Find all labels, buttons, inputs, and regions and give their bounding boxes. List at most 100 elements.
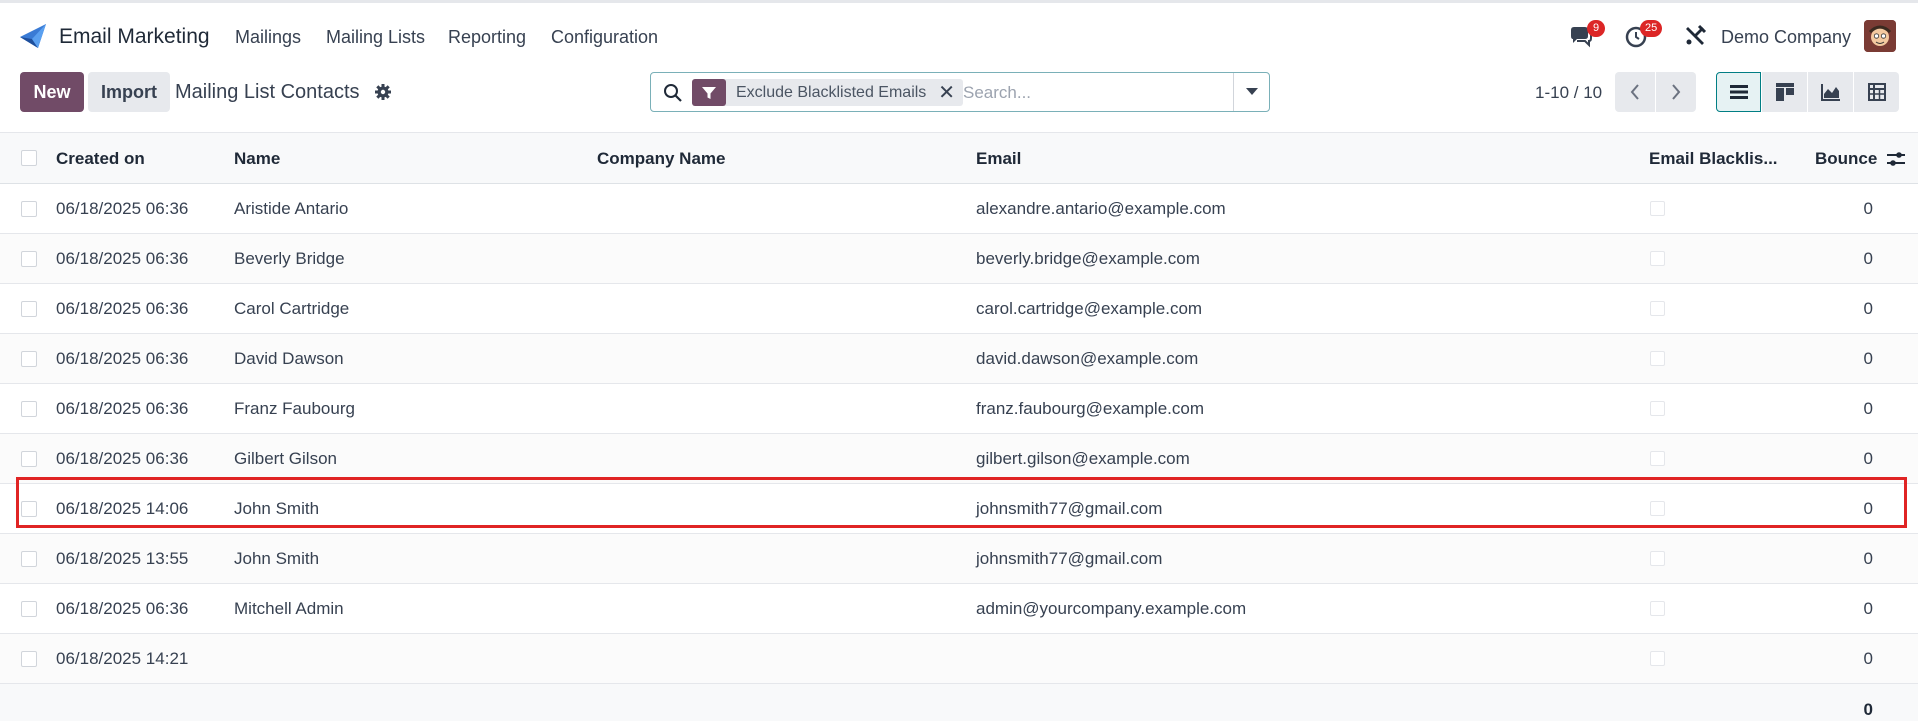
table-row[interactable]: 06/18/2025 06:36 Aristide Antario alexandr… — [0, 184, 1918, 234]
chevron-left-icon — [1630, 84, 1639, 100]
company-switcher[interactable]: Demo Company — [1721, 27, 1851, 48]
row-checkbox[interactable] — [21, 501, 37, 517]
column-email-blacklisted[interactable]: Email Blacklis... — [1649, 149, 1778, 169]
row-checkbox[interactable] — [21, 351, 37, 367]
caret-down-icon — [1245, 88, 1258, 95]
column-bounce[interactable]: Bounce — [1815, 149, 1877, 169]
cell-name: Carol Cartridge — [234, 299, 350, 318]
import-button[interactable]: Import — [88, 72, 170, 112]
column-created-on[interactable]: Created on — [56, 149, 145, 169]
app-name[interactable]: Email Marketing — [59, 25, 210, 49]
column-company-name[interactable]: Company Name — [597, 149, 725, 169]
pager-next-button[interactable] — [1656, 72, 1696, 112]
table-header: Created on Name Company Name Email Email… — [0, 132, 1918, 184]
facet-remove-icon[interactable]: ✕ — [938, 80, 963, 105]
messages-badge: 9 — [1587, 20, 1605, 37]
new-button[interactable]: New — [20, 72, 84, 112]
row-checkbox[interactable] — [21, 551, 37, 567]
cell-bounce: 0 — [1863, 249, 1873, 268]
menu-configuration[interactable]: Configuration — [551, 27, 658, 48]
cell-name: Gilbert Gilson — [234, 449, 337, 468]
email-marketing-logo-icon[interactable] — [18, 21, 48, 51]
table-row[interactable]: 06/18/2025 13:55 John Smith johnsmith77@gm… — [0, 534, 1918, 584]
cell-name: Mitchell Admin — [234, 599, 344, 618]
cell-email: admin@yourcompany.example.com — [976, 599, 1247, 618]
pager-previous-button[interactable] — [1615, 72, 1655, 112]
search-icon[interactable] — [663, 83, 683, 103]
table-row[interactable]: 06/18/2025 14:21 0 — [0, 634, 1918, 684]
row-checkbox[interactable] — [21, 401, 37, 417]
top-navbar: Email Marketing Mailings Mailing Lists R… — [0, 0, 1918, 67]
cell-bounce: 0 — [1863, 499, 1873, 518]
menu-mailing-lists[interactable]: Mailing Lists — [326, 27, 425, 48]
area-chart-icon — [1820, 84, 1840, 101]
kanban-view-icon — [1775, 83, 1794, 101]
table-row[interactable]: 06/18/2025 06:36 David Dawson david.dawson… — [0, 334, 1918, 384]
pager-value[interactable]: 1-10 / 10 — [1535, 83, 1602, 103]
cell-created-on: 06/18/2025 14:21 — [56, 649, 189, 668]
cell-email: beverly.bridge@example.com — [976, 249, 1200, 268]
cell-bounce: 0 — [1863, 199, 1873, 218]
cell-bounce: 0 — [1863, 399, 1873, 418]
search-options-toggle[interactable] — [1233, 73, 1269, 111]
debug-tools-icon[interactable] — [1682, 23, 1708, 49]
menu-mailings[interactable]: Mailings — [235, 27, 301, 48]
graph-view-button[interactable] — [1808, 72, 1853, 112]
search-bar: Exclude Blacklisted Emails ✕ — [650, 72, 1270, 112]
cell-name: John Smith — [234, 549, 320, 568]
menu-reporting[interactable]: Reporting — [448, 27, 526, 48]
table-row[interactable]: 06/18/2025 06:36 Beverly Bridge beverly.br… — [0, 234, 1918, 284]
chevron-right-icon — [1672, 84, 1681, 100]
cell-email: johnsmith77@gmail.com — [976, 549, 1163, 568]
column-email[interactable]: Email — [976, 149, 1021, 169]
cell-blacklisted-checkbox — [1650, 351, 1665, 366]
table-body: 06/18/2025 06:36 Aristide Antario alexandr… — [0, 184, 1918, 684]
table-row[interactable]: 06/18/2025 06:36 Gilbert Gilson gilbert.gi… — [0, 434, 1918, 484]
table-row[interactable]: 06/18/2025 06:36 Franz Faubourg franz.faub… — [0, 384, 1918, 434]
user-avatar[interactable] — [1864, 20, 1896, 52]
cell-created-on: 06/18/2025 14:06 — [56, 499, 189, 518]
select-all-checkbox[interactable] — [21, 150, 37, 166]
kanban-view-button[interactable] — [1762, 72, 1807, 112]
optional-columns-sliders-icon[interactable] — [1886, 149, 1906, 169]
column-name[interactable]: Name — [234, 149, 280, 169]
gear-icon[interactable] — [374, 83, 392, 101]
table-row[interactable]: 06/18/2025 14:06 John Smith johnsmith77@gm… — [0, 484, 1918, 534]
cell-created-on: 06/18/2025 13:55 — [56, 549, 189, 568]
cell-email: gilbert.gilson@example.com — [976, 449, 1190, 468]
cell-created-on: 06/18/2025 06:36 — [56, 199, 189, 218]
list-view-button[interactable] — [1716, 72, 1761, 112]
cell-name: Franz Faubourg — [234, 399, 355, 418]
cell-email: alexandre.antario@example.com — [976, 199, 1226, 218]
cell-bounce: 0 — [1863, 349, 1873, 368]
avatar-face-icon — [1864, 20, 1896, 52]
cell-created-on: 06/18/2025 06:36 — [56, 249, 189, 268]
cell-bounce: 0 — [1863, 549, 1873, 568]
cell-blacklisted-checkbox — [1650, 401, 1665, 416]
cell-blacklisted-checkbox — [1650, 651, 1665, 666]
cell-bounce: 0 — [1863, 449, 1873, 468]
row-checkbox[interactable] — [21, 451, 37, 467]
pivot-table-icon — [1867, 83, 1886, 101]
contacts-list: Created on Name Company Name Email Email… — [0, 132, 1918, 721]
cell-created-on: 06/18/2025 06:36 — [56, 399, 189, 418]
row-checkbox[interactable] — [21, 601, 37, 617]
cell-blacklisted-checkbox — [1650, 451, 1665, 466]
cell-bounce: 0 — [1863, 649, 1873, 668]
cell-blacklisted-checkbox — [1650, 551, 1665, 566]
row-checkbox[interactable] — [21, 251, 37, 267]
table-row[interactable]: 06/18/2025 06:36 Mitchell Admin admin@your… — [0, 584, 1918, 634]
table-row[interactable]: 06/18/2025 06:36 Carol Cartridge carol.car… — [0, 284, 1918, 334]
table-footer: 0 — [0, 684, 1918, 721]
cell-bounce: 0 — [1863, 599, 1873, 618]
pivot-view-button[interactable] — [1854, 72, 1899, 112]
row-checkbox[interactable] — [21, 301, 37, 317]
cell-blacklisted-checkbox — [1650, 601, 1665, 616]
cell-email: franz.faubourg@example.com — [976, 399, 1204, 418]
cell-name: John Smith — [234, 499, 320, 518]
row-checkbox[interactable] — [21, 201, 37, 217]
page-title: Mailing List Contacts — [175, 81, 360, 103]
cell-name: Aristide Antario — [234, 199, 349, 218]
search-input[interactable] — [963, 79, 1223, 106]
row-checkbox[interactable] — [21, 651, 37, 667]
